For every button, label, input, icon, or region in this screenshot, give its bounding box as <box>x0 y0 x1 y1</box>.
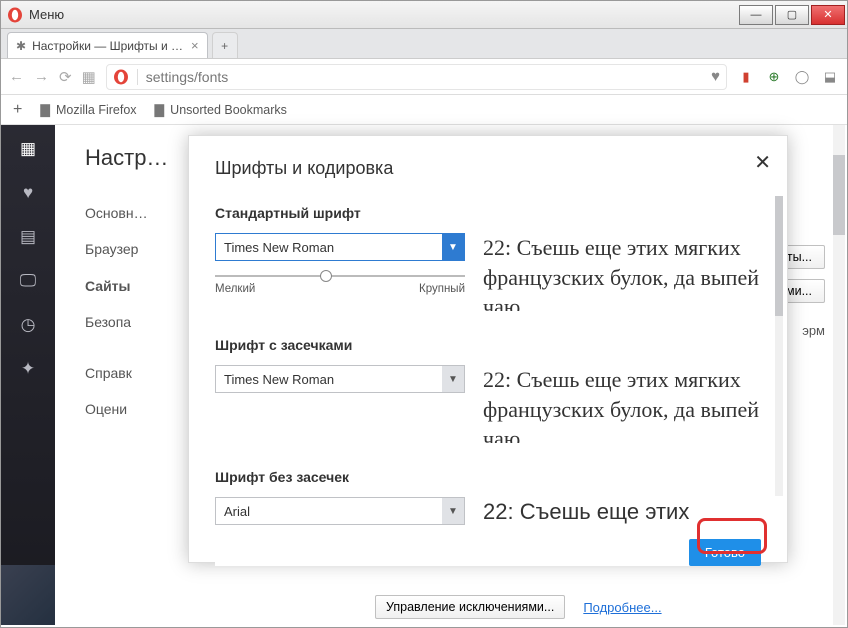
slider-label-large: Крупный <box>419 283 465 295</box>
opera-icon <box>7 7 23 23</box>
bookmark-folder-unsorted[interactable]: ▇Unsorted Bookmarks <box>155 102 287 117</box>
maximize-button[interactable]: ▢ <box>775 5 809 25</box>
dialog-title: Шрифты и кодировка <box>215 158 761 179</box>
opera-small-icon <box>113 69 129 85</box>
page-scroll-thumb[interactable] <box>833 155 845 235</box>
learn-more-link[interactable]: Подробнее... <box>583 600 661 615</box>
bookmark-folder-firefox[interactable]: ▇Mozilla Firefox <box>40 102 136 117</box>
section-standard-font: Стандартный шрифт <box>215 205 761 221</box>
folder-icon: ▇ <box>155 102 165 117</box>
serif-font-select[interactable]: Times New Roman ▼ <box>215 365 465 393</box>
main-area: ▦ ♥ ▤ 🖵 ◷ ✦ Настр… Основн… Браузер Сайты… <box>1 125 847 625</box>
sidebar-screen-icon[interactable]: 🖵 <box>20 271 36 291</box>
section-sans-font: Шрифт без засечек <box>215 469 761 485</box>
url-text: settings/fonts <box>146 69 229 85</box>
extension-icon-2[interactable]: ⊕ <box>765 69 783 85</box>
sidebar-heart-icon[interactable]: ♥ <box>23 183 33 203</box>
sidebar-wallpaper <box>1 565 55 625</box>
sidebar-clock-icon[interactable]: ◷ <box>21 315 36 335</box>
dialog-footer: Готово <box>215 527 761 566</box>
fonts-dialog: ✕ Шрифты и кодировка Стандартный шрифт T… <box>188 135 788 563</box>
download-icon[interactable]: ⬓ <box>821 69 839 85</box>
sidebar-news-icon[interactable]: ▤ <box>20 227 36 247</box>
shield-icon[interactable]: ◯ <box>793 69 811 85</box>
close-window-button[interactable]: ✕ <box>811 5 845 25</box>
bookmarks-bar: + ▇Mozilla Firefox ▇Unsorted Bookmarks <box>1 95 847 125</box>
page-scrollbar[interactable] <box>833 125 845 625</box>
address-toolbar: ← → ⟳ ▦ settings/fonts ♥ ▮ ⊕ ◯ ⬓ <box>1 59 847 95</box>
sidebar-speed-dial-icon[interactable]: ▦ <box>20 139 36 159</box>
dialog-scroll-thumb[interactable] <box>775 196 783 316</box>
left-sidebar: ▦ ♥ ▤ 🖵 ◷ ✦ <box>1 125 55 625</box>
standard-font-select[interactable]: Times New Roman ▼ <box>215 233 465 261</box>
bg-label: эрм <box>802 323 825 338</box>
add-bookmark-icon[interactable]: + <box>13 101 22 119</box>
settings-panel: Настр… Основн… Браузер Сайты Безопа Спра… <box>55 125 847 625</box>
font-size-slider[interactable]: Мелкий Крупный <box>215 275 465 295</box>
section-serif-font: Шрифт с засечками <box>215 337 761 353</box>
address-field[interactable]: settings/fonts ♥ <box>106 64 727 90</box>
chevron-down-icon: ▼ <box>442 234 464 260</box>
forward-icon[interactable]: → <box>34 68 49 85</box>
sidebar-extensions-icon[interactable]: ✦ <box>21 359 35 379</box>
tab-close-icon[interactable]: × <box>191 38 199 53</box>
back-icon[interactable]: ← <box>9 68 24 85</box>
tab-title: Настройки — Шрифты и … <box>32 39 183 53</box>
slider-knob[interactable] <box>320 270 332 282</box>
minimize-button[interactable]: — <box>739 5 773 25</box>
window-titlebar: Меню — ▢ ✕ <box>1 1 847 29</box>
serif-font-preview: 22: Съешь еще этих мягких французских бу… <box>483 365 761 443</box>
chevron-down-icon: ▼ <box>442 498 464 524</box>
sans-font-preview: 22: Съешь еще этих <box>483 497 761 527</box>
menu-label[interactable]: Меню <box>29 7 64 22</box>
folder-icon: ▇ <box>40 102 50 117</box>
gear-icon: ✱ <box>16 39 26 53</box>
slider-label-small: Мелкий <box>215 283 255 295</box>
done-button[interactable]: Готово <box>689 539 761 566</box>
standard-font-preview: 22: Съешь еще этих мягких французских бу… <box>483 233 761 311</box>
dialog-scrollbar[interactable] <box>775 196 783 496</box>
tab-settings[interactable]: ✱ Настройки — Шрифты и … × <box>7 32 208 58</box>
extension-icon-1[interactable]: ▮ <box>737 69 755 85</box>
new-tab-button[interactable]: + <box>212 32 238 58</box>
sans-font-select[interactable]: Arial ▼ <box>215 497 465 525</box>
separator <box>137 69 138 85</box>
footer-links: Управление исключениями... Подробнее... <box>375 595 662 619</box>
tab-strip: ✱ Настройки — Шрифты и … × + <box>1 29 847 59</box>
window-controls: — ▢ ✕ <box>737 5 845 25</box>
reload-icon[interactable]: ⟳ <box>59 68 72 86</box>
manage-exceptions-button[interactable]: Управление исключениями... <box>375 595 565 619</box>
speed-dial-icon[interactable]: ▦ <box>82 68 96 86</box>
chevron-down-icon: ▼ <box>442 366 464 392</box>
dialog-close-icon[interactable]: ✕ <box>754 150 771 175</box>
bookmark-heart-icon[interactable]: ♥ <box>711 68 720 85</box>
